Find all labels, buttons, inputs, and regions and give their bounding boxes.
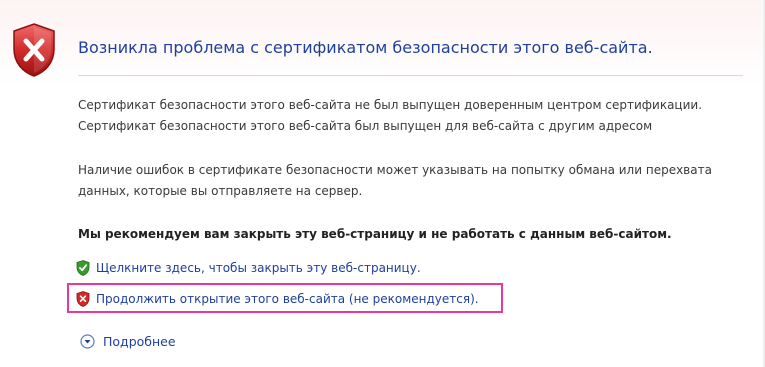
security-warning-paragraph: Наличие ошибок в сертификате безопасност… (78, 160, 712, 202)
title-divider (78, 75, 743, 76)
expand-circle-icon[interactable] (80, 333, 95, 349)
certificate-error-page: Возникла проблема с сертификатом безопас… (0, 0, 765, 367)
recommendation-text: Мы рекомендуем вам закрыть эту веб-стран… (78, 227, 672, 241)
red-shield-x-icon (13, 23, 55, 77)
close-page-link[interactable]: Щелкните здесь, чтобы закрыть эту веб-ст… (96, 261, 421, 275)
certificate-details-paragraph: Сертификат безопасности этого веб-сайта … (78, 95, 702, 137)
more-info-row[interactable]: Подробнее (80, 331, 176, 351)
warning-line-2: данных, которые вы отправляете на сервер… (78, 184, 363, 198)
green-shield-check-icon (76, 260, 90, 276)
more-info-link[interactable]: Подробнее (103, 334, 176, 349)
continue-link-highlight-box (67, 283, 503, 313)
page-title: Возникла проблема с сертификатом безопас… (78, 38, 653, 57)
certificate-mismatch-line: Сертификат безопасности этого веб-сайта … (78, 119, 653, 133)
certificate-untrusted-line: Сертификат безопасности этого веб-сайта … (78, 98, 703, 112)
warning-line-1: Наличие ошибок в сертификате безопасност… (78, 163, 712, 177)
close-page-link-row[interactable]: Щелкните здесь, чтобы закрыть эту веб-ст… (76, 257, 421, 279)
